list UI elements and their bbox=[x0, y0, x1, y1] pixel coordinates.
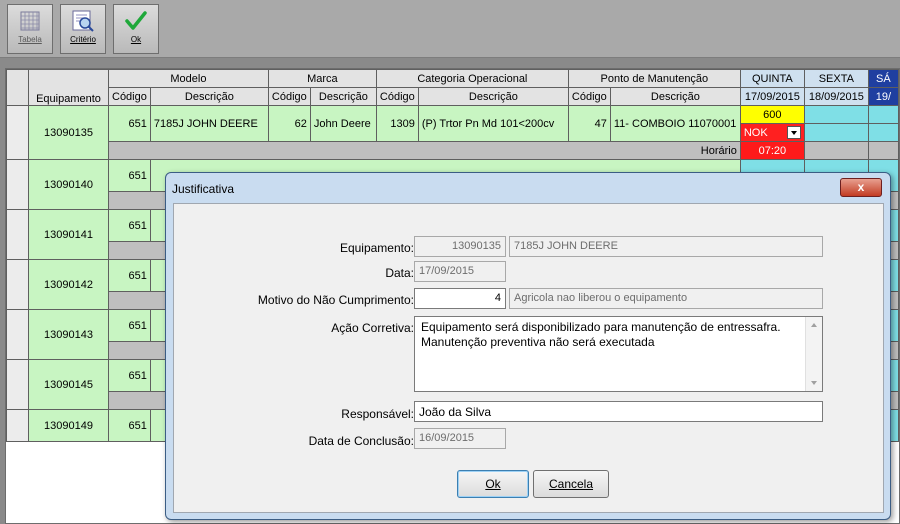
modelo-codigo-cell[interactable]: 651 bbox=[108, 105, 151, 142]
cancela-button-label: Cancela bbox=[548, 477, 594, 491]
horario-sexta[interactable] bbox=[803, 141, 869, 160]
sabado-cell[interactable] bbox=[867, 123, 899, 142]
tabela-label: Tabela bbox=[18, 35, 42, 44]
motivo-label: Motivo do Não Cumprimento: bbox=[257, 293, 414, 307]
acao-line-2: Manutenção preventiva não será executada bbox=[421, 335, 655, 349]
equipamento-cell[interactable]: 13090143 bbox=[28, 309, 109, 360]
ponto-descricao-cell[interactable]: 11- COMBOIO 11070001 bbox=[609, 105, 741, 142]
justificativa-dialog: Justificativa x Equipamento: 13090135 71… bbox=[165, 172, 891, 520]
ok-toolbar-label: Ok bbox=[130, 35, 142, 44]
responsavel-label: Responsável: bbox=[341, 407, 414, 421]
header-date-sabado: 19/ bbox=[867, 87, 899, 106]
header-day-quinta: QUINTA bbox=[739, 69, 805, 88]
status-value: NOK bbox=[743, 126, 768, 139]
acao-label: Ação Corretiva: bbox=[331, 321, 414, 335]
equipamento-cell[interactable]: 13090142 bbox=[28, 259, 109, 310]
search-icon bbox=[72, 10, 94, 32]
header-ponto: Ponto de Manutenção bbox=[567, 69, 741, 88]
modelo-codigo-cell[interactable]: 651 bbox=[108, 359, 151, 392]
header-modelo: Modelo bbox=[108, 69, 269, 88]
table-icon bbox=[20, 11, 40, 31]
header-marca: Marca bbox=[267, 69, 377, 88]
header-day-sexta: SEXTA bbox=[803, 69, 869, 88]
ok-toolbar-button[interactable]: Ok bbox=[113, 4, 159, 54]
header-equipamento: Equipamento bbox=[28, 69, 109, 106]
checkmark-icon bbox=[125, 11, 147, 30]
criterio-button[interactable]: Critério bbox=[60, 4, 106, 54]
header-marca-codigo: Código bbox=[267, 87, 311, 106]
row-indicator[interactable] bbox=[6, 105, 29, 160]
dialog-title: Justificativa bbox=[172, 182, 235, 196]
marca-codigo-cell[interactable]: 62 bbox=[267, 105, 311, 142]
cat-descricao-cell[interactable]: (P) Trtor Pn Md 101<200cv bbox=[417, 105, 569, 142]
data-label: Data: bbox=[385, 266, 414, 280]
equipamento-cell[interactable]: 13090145 bbox=[28, 359, 109, 410]
scroll-down-icon[interactable] bbox=[811, 381, 817, 385]
scroll-up-icon[interactable] bbox=[811, 323, 817, 327]
header-marca-descricao: Descrição bbox=[309, 87, 377, 106]
equipamento-desc-field: 7185J JOHN DEERE bbox=[509, 236, 823, 257]
criterio-label: Critério bbox=[70, 35, 96, 44]
ok-button-label: Ok bbox=[485, 477, 501, 491]
header-categoria: Categoria Operacional bbox=[375, 69, 569, 88]
table-row[interactable]: Horário 07:20 bbox=[7, 141, 899, 160]
marca-descricao-cell[interactable]: John Deere bbox=[309, 105, 377, 142]
equipamento-cell[interactable]: 13090149 bbox=[28, 409, 109, 442]
close-button[interactable]: x bbox=[840, 178, 882, 197]
ok-button[interactable]: Ok bbox=[457, 470, 529, 498]
table-row[interactable]: 13090135 651 7185J JOHN DEERE 62 John De… bbox=[6, 105, 899, 160]
acao-textarea[interactable]: Equipamento será disponibilizado para ma… bbox=[414, 316, 823, 392]
sexta-cell[interactable] bbox=[803, 123, 869, 142]
data-field: 17/09/2015 bbox=[414, 261, 506, 282]
header-date-sexta: 18/09/2015 bbox=[803, 87, 869, 106]
cat-codigo-cell[interactable]: 1309 bbox=[375, 105, 419, 142]
row-indicator-header bbox=[6, 69, 29, 106]
header-cat-codigo: Código bbox=[375, 87, 419, 106]
equipamento-code-field: 13090135 bbox=[414, 236, 506, 257]
modelo-descricao-cell[interactable]: 7185J JOHN DEERE bbox=[149, 105, 269, 142]
equipamento-label: Equipamento: bbox=[339, 241, 414, 255]
header-ponto-descricao: Descrição bbox=[609, 87, 741, 106]
toolbar: Tabela Critério Ok bbox=[0, 0, 900, 58]
tabela-button[interactable]: Tabela bbox=[7, 4, 53, 54]
header-ponto-codigo: Código bbox=[567, 87, 611, 106]
status-dropdown-icon[interactable] bbox=[786, 126, 801, 139]
cancela-button[interactable]: Cancela bbox=[533, 470, 609, 498]
motivo-code-input[interactable]: 4 bbox=[414, 288, 506, 309]
status-cell[interactable]: NOK bbox=[739, 123, 805, 142]
modelo-codigo-cell[interactable]: 651 bbox=[108, 309, 151, 342]
header-day-sabado: SÁ bbox=[867, 69, 899, 88]
equipamento-cell[interactable]: 13090135 bbox=[28, 105, 109, 160]
modelo-codigo-cell[interactable]: 651 bbox=[108, 209, 151, 242]
header-modelo-codigo: Código bbox=[108, 87, 151, 106]
sabado-cell[interactable] bbox=[867, 105, 899, 124]
acao-line-1: Equipamento será disponibilizado para ma… bbox=[421, 320, 781, 334]
conclusao-label: Data de Conclusão: bbox=[308, 434, 414, 448]
header-modelo-descricao: Descrição bbox=[149, 87, 269, 106]
value-cell[interactable]: 600 bbox=[739, 105, 805, 124]
modelo-codigo-cell[interactable]: 651 bbox=[108, 159, 151, 192]
header-date-quinta: 17/09/2015 bbox=[739, 87, 805, 106]
header-cat-descricao: Descrição bbox=[417, 87, 569, 106]
dialog-body: Equipamento: 13090135 7185J JOHN DEERE D… bbox=[173, 203, 884, 513]
motivo-desc-field: Agricola nao liberou o equipamento bbox=[509, 288, 823, 309]
equipamento-cell[interactable]: 13090140 bbox=[28, 159, 109, 210]
sexta-cell[interactable] bbox=[803, 105, 869, 124]
conclusao-field: 16/09/2015 bbox=[414, 428, 506, 449]
horario-label: Horário bbox=[108, 141, 741, 160]
responsavel-input[interactable]: João da Silva bbox=[414, 401, 823, 422]
equipamento-cell[interactable]: 13090141 bbox=[28, 209, 109, 260]
modelo-codigo-cell[interactable]: 651 bbox=[108, 409, 151, 442]
horario-sabado[interactable] bbox=[867, 141, 899, 160]
horario-value[interactable]: 07:20 bbox=[739, 141, 805, 160]
close-icon: x bbox=[857, 180, 865, 194]
modelo-codigo-cell[interactable]: 651 bbox=[108, 259, 151, 292]
acao-scrollbar[interactable] bbox=[805, 317, 822, 391]
ponto-codigo-cell[interactable]: 47 bbox=[567, 105, 611, 142]
